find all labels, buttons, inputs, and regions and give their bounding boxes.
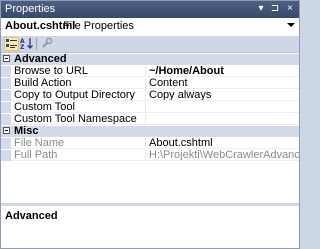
- property-row[interactable]: File Name About.cshtml: [1, 137, 299, 149]
- category-label: Advanced: [14, 53, 67, 65]
- object-selector[interactable]: About.cshtml File Properties: [2, 19, 298, 35]
- auto-hide-icon[interactable]: ⊐: [269, 3, 281, 15]
- description-pane: Advanced: [1, 206, 299, 248]
- property-pages-button[interactable]: [40, 37, 55, 51]
- toolbar-separator: [36, 38, 37, 50]
- properties-window: Properties ▾ ⊐ × About.cshtml File Prope…: [0, 0, 300, 249]
- description-title: Advanced: [5, 210, 58, 222]
- property-row[interactable]: Copy to Output Directory Copy always: [1, 89, 299, 101]
- collapse-icon[interactable]: [3, 55, 10, 62]
- categorized-icon: [6, 39, 17, 48]
- alphabetical-button[interactable]: A Z: [20, 37, 35, 51]
- object-type: File Properties: [63, 20, 134, 32]
- window-title: Properties: [5, 3, 56, 15]
- alphabetical-icon: A Z: [20, 38, 33, 51]
- property-row[interactable]: Custom Tool: [1, 101, 299, 113]
- title-bar[interactable]: Properties ▾ ⊐ ×: [1, 1, 299, 18]
- property-grid: Advanced Browse to URL ~/Home/About Buil…: [1, 53, 299, 203]
- categorized-button[interactable]: [4, 37, 19, 51]
- property-pages-icon: [42, 37, 53, 48]
- close-icon[interactable]: ×: [284, 3, 296, 15]
- property-row[interactable]: Browse to URL ~/Home/About: [1, 65, 299, 77]
- property-row[interactable]: Custom Tool Namespace: [1, 113, 299, 125]
- svg-text:Z: Z: [20, 44, 25, 50]
- property-row[interactable]: Full Path H:\Projekti\WebCrawlerAdvanced…: [1, 149, 299, 161]
- chevron-down-icon[interactable]: [287, 23, 295, 27]
- category-misc[interactable]: Misc: [1, 125, 299, 137]
- category-advanced[interactable]: Advanced: [1, 53, 299, 65]
- collapse-icon[interactable]: [3, 127, 10, 134]
- object-selector-bar: About.cshtml File Properties: [1, 18, 299, 36]
- toolbar: A Z: [1, 36, 299, 53]
- property-row[interactable]: Build Action Content: [1, 77, 299, 89]
- pin-dropdown-icon[interactable]: ▾: [255, 3, 267, 15]
- category-label: Misc: [14, 125, 39, 137]
